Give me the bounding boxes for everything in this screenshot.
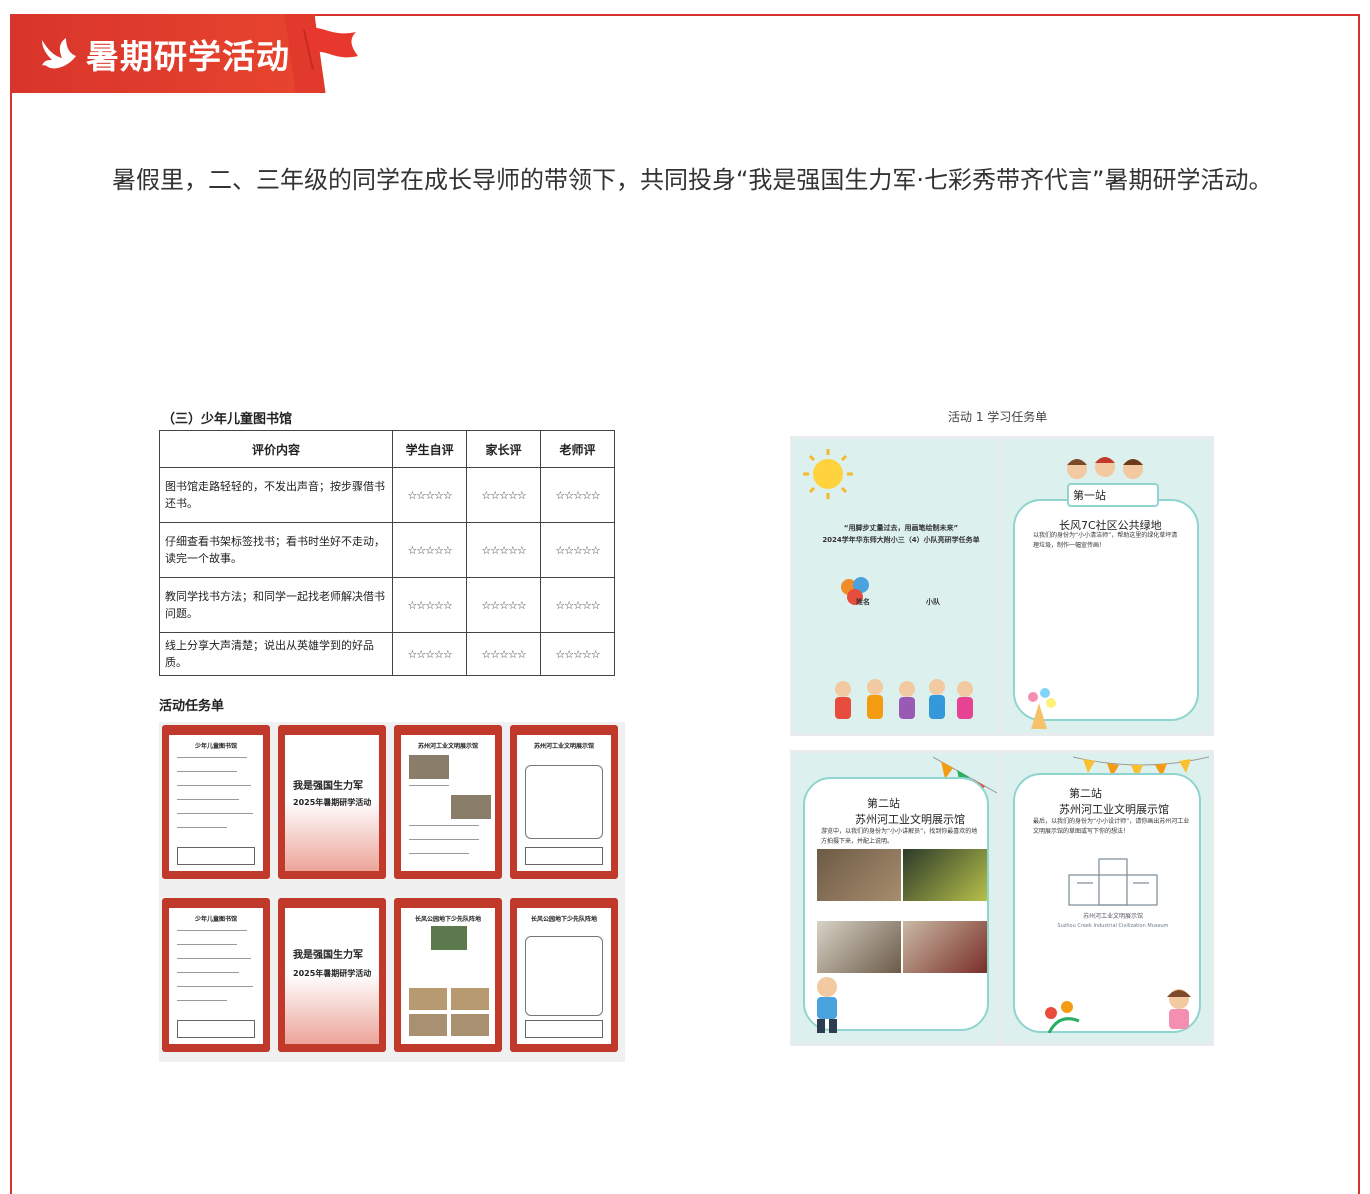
cover-subtitle: 2024学年华东师大附小三（4）小队亮研学任务单 <box>822 536 980 544</box>
star-rating: ☆☆☆☆☆ <box>540 632 615 676</box>
cover-page: “用脚步丈量过去，用画笔绘制未来” 2024学年华东师大附小三（4）小队亮研学任… <box>793 439 998 733</box>
star-rating: ☆☆☆☆☆ <box>466 467 542 523</box>
thumbnail-page: 苏州河工业文明展示馆 <box>394 725 502 879</box>
sun-icon <box>803 449 853 499</box>
task-sheet-thumbnails: 少年儿童图书馆 我是强国生力军 2025年暑期研学活动 苏州河工业文明展示馆 苏… <box>159 722 625 1062</box>
thumbnail-page: 长风公园地下少先队阵地 <box>394 898 502 1052</box>
header-parent: 家长评 <box>466 430 542 468</box>
station2b-label: 第二站 <box>1069 787 1102 800</box>
star-rating: ☆☆☆☆☆ <box>392 522 468 578</box>
museum-photo <box>817 849 901 901</box>
museum-photo <box>903 921 987 973</box>
task-sheet-spread-2: 第二站 苏州河工业文明展示馆 游览中，以我们的身份为“小小讲解员”，找到你最喜欢… <box>790 750 1214 1046</box>
star-rating: ☆☆☆☆☆ <box>392 632 468 676</box>
header-self: 学生自评 <box>392 430 468 468</box>
thumbnail-page: 我是强国生力军 2025年暑期研学活动 <box>278 725 386 879</box>
star-rating: ☆☆☆☆☆ <box>392 467 468 523</box>
row-content: 图书馆走路轻轻的，不发出声音；按步骤借书还书。 <box>158 467 394 523</box>
flower-icon <box>1028 688 1056 729</box>
star-rating: ☆☆☆☆☆ <box>540 577 615 633</box>
station1-text: 以我们的身份为“小小清洁师”，帮助这里的绿化草坪清理垃圾，制作一幅宣传画！ <box>1033 532 1178 549</box>
row-content: 教同学找书方法；和同学一起找老师解决借书问题。 <box>158 577 394 633</box>
cover-title: “用脚步丈量过去，用画笔绘制未来” <box>843 524 959 532</box>
station1-label: 第一站 <box>1073 489 1106 502</box>
star-rating: ☆☆☆☆☆ <box>466 522 542 578</box>
station2-design-page: 第二站 苏州河工业文明展示馆 最后，以我们的身份为“小小设计师”，请你画出苏州河… <box>1003 753 1211 1043</box>
star-rating: ☆☆☆☆☆ <box>392 577 468 633</box>
dove-icon <box>42 38 76 69</box>
team-label: 小队 <box>926 598 940 606</box>
museum-name-en: Suzhou Creek Industrial Civilization Mus… <box>1057 923 1169 929</box>
row-content: 仔细查看书架标签找书；看书时坐好不走动，读完一个故事。 <box>158 522 394 578</box>
star-rating: ☆☆☆☆☆ <box>466 632 542 676</box>
girl-illustration <box>1167 989 1191 1029</box>
star-rating: ☆☆☆☆☆ <box>540 467 615 523</box>
station2-place: 苏州河工业文明展示馆 <box>855 813 965 826</box>
thumbnail-page: 苏州河工业文明展示馆 <box>510 725 618 879</box>
banner-title: 暑期研学活动 <box>86 37 290 76</box>
header-content: 评价内容 <box>158 430 394 468</box>
thumbnail-page: 长风公园地下少先队阵地 <box>510 898 618 1052</box>
task-sheet-caption: 活动任务单 <box>159 699 225 714</box>
evaluation-caption: （三）少年儿童图书馆 <box>162 412 293 427</box>
name-label: 姓名 <box>856 598 870 606</box>
station2-text: 游览中，以我们的身份为“小小讲解员”，找到你最喜欢的地方拍摄下来，并配上说明。 <box>821 828 978 845</box>
table-row: 仔细查看书架标签找书；看书时坐好不走动，读完一个故事。 ☆☆☆☆☆ ☆☆☆☆☆ … <box>158 522 615 578</box>
table-header-row: 评价内容 学生自评 家长评 老师评 <box>158 430 615 468</box>
station2b-text: 最后，以我们的身份为“小小设计师”，请你画出苏州河工业文明展示馆的草图或写下你的… <box>1033 818 1190 835</box>
task-sheet-spread-1: “用脚步丈量过去，用画笔绘制未来” 2024学年华东师大附小三（4）小队亮研学任… <box>790 436 1214 736</box>
table-row: 教同学找书方法；和同学一起找老师解决借书问题。 ☆☆☆☆☆ ☆☆☆☆☆ ☆☆☆☆… <box>158 577 615 633</box>
row-content: 线上分享大声清楚；说出从英雄学到的好品质。 <box>158 632 394 676</box>
children-illustration <box>835 679 973 719</box>
museum-building-icon <box>1068 858 1158 906</box>
station2b-place: 苏州河工业文明展示馆 <box>1059 803 1169 816</box>
thumbnail-page: 少年儿童图书馆 <box>162 725 270 879</box>
star-rating: ☆☆☆☆☆ <box>540 522 615 578</box>
boy-illustration <box>817 977 837 1033</box>
activity1-caption: 活动 1 学习任务单 <box>948 410 1048 424</box>
museum-photo <box>817 921 901 973</box>
table-row: 图书馆走路轻轻的，不发出声音；按步骤借书还书。 ☆☆☆☆☆ ☆☆☆☆☆ ☆☆☆☆… <box>158 467 615 523</box>
header-teacher: 老师评 <box>540 430 615 468</box>
table-row: 线上分享大声清楚；说出从英雄学到的好品质。 ☆☆☆☆☆ ☆☆☆☆☆ ☆☆☆☆☆ <box>158 632 615 676</box>
station2-photo-page: 第二站 苏州河工业文明展示馆 游览中，以我们的身份为“小小讲解员”，找到你最喜欢… <box>793 753 998 1043</box>
station1-page: 第一站 长风7C社区公共绿地 以我们的身份为“小小清洁师”，帮助这里的绿化草坪清… <box>1003 439 1211 733</box>
thumbnail-page: 少年儿童图书馆 <box>162 898 270 1052</box>
museum-photo <box>903 849 987 901</box>
red-flag-icon <box>303 27 358 70</box>
thumbnail-page: 我是强国生力军 2025年暑期研学活动 <box>278 898 386 1052</box>
evaluation-table: 评价内容 学生自评 家长评 老师评 图书馆走路轻轻的，不发出声音；按步骤借书还书… <box>158 430 615 676</box>
intro-paragraph: 暑假里，二、三年级的同学在成长导师的带领下，共同投身“我是强国生力军·七彩秀带齐… <box>112 166 1273 194</box>
star-rating: ☆☆☆☆☆ <box>466 577 542 633</box>
flower-icon <box>1045 1001 1080 1033</box>
kids-heads-illustration <box>1067 457 1143 479</box>
station2-label: 第二站 <box>867 797 900 810</box>
